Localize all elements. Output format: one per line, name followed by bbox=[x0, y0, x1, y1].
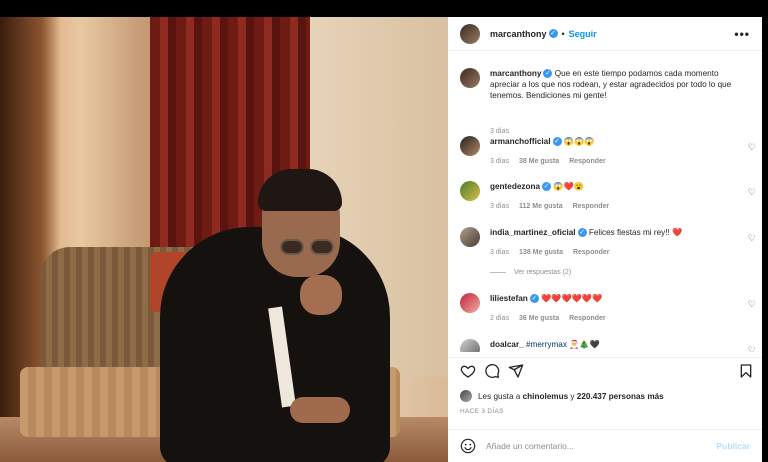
share-icon[interactable] bbox=[508, 363, 524, 379]
heart-icon[interactable]: ♡ bbox=[748, 233, 756, 244]
comment-body: gentedezona ✓ 😱❤️😮 bbox=[490, 181, 740, 192]
comment-likes[interactable]: 112 Me gusta bbox=[519, 203, 563, 210]
avatar[interactable] bbox=[460, 136, 480, 156]
replies-line bbox=[490, 271, 506, 273]
more-options-icon[interactable]: ••• bbox=[734, 27, 750, 41]
publish-button[interactable]: Publicar bbox=[716, 441, 750, 451]
comment-text: 😱❤️😮 bbox=[553, 182, 584, 191]
view-replies-label[interactable]: Ver respuestas (2) bbox=[514, 269, 571, 276]
heart-icon[interactable]: ♡ bbox=[748, 345, 756, 352]
comment-meta: 3 días 38 Me gusta Responder bbox=[490, 158, 614, 165]
follow-button[interactable]: Seguir bbox=[569, 29, 597, 39]
comment-username[interactable]: gentedezona bbox=[490, 182, 540, 191]
photo-sunglasses bbox=[280, 239, 340, 257]
verified-icon: ✓ bbox=[542, 182, 552, 192]
reply-button[interactable]: Responder bbox=[573, 203, 610, 210]
heart-icon[interactable] bbox=[460, 363, 476, 379]
comment-likes[interactable]: 36 Me gusta bbox=[519, 315, 559, 322]
heart-icon[interactable]: ♡ bbox=[748, 187, 756, 198]
likes-summary: Les gusta a chinolemus y 220.437 persona… bbox=[460, 390, 664, 402]
comment-meta: 2 días 36 Me gusta Responder bbox=[490, 315, 614, 322]
bookmark-icon[interactable] bbox=[738, 363, 754, 379]
verified-icon: ✓ bbox=[548, 29, 558, 38]
comment-text: Felices fiestas mi rey!! ❤️ bbox=[588, 228, 683, 237]
comment-body: doalcar_ #merrymax 🎅🎄🖤 bbox=[490, 339, 740, 350]
comment-username[interactable]: liliestefan bbox=[490, 294, 528, 303]
comment-time[interactable]: 2 días bbox=[490, 315, 509, 322]
post-header: marcanthony ✓ • Seguir ••• bbox=[448, 17, 762, 51]
verified-icon: ✓ bbox=[577, 228, 587, 238]
avatar[interactable] bbox=[460, 68, 480, 88]
header-username[interactable]: marcanthony bbox=[490, 29, 547, 39]
post-side-panel: marcanthony ✓ • Seguir ••• marcanthony ✓ … bbox=[448, 17, 762, 462]
avatar[interactable] bbox=[460, 227, 480, 247]
photo-man-hand bbox=[300, 275, 342, 315]
comment-time[interactable]: 3 días bbox=[490, 249, 509, 256]
verified-icon: ✓ bbox=[543, 69, 553, 79]
comment-username[interactable]: india_martinez_oficial bbox=[490, 228, 576, 237]
comment-input[interactable] bbox=[486, 441, 717, 451]
add-comment-bar: Publicar bbox=[448, 429, 762, 462]
likes-count[interactable]: 220.437 personas más bbox=[577, 392, 664, 401]
likes-connector: y bbox=[570, 391, 575, 401]
comment-username[interactable]: doalcar_ bbox=[490, 340, 524, 349]
verified-icon: ✓ bbox=[529, 294, 539, 304]
reply-button[interactable]: Responder bbox=[573, 249, 610, 256]
post-actions bbox=[448, 357, 762, 385]
likes-user[interactable]: chinolemus bbox=[523, 392, 569, 401]
avatar[interactable] bbox=[460, 339, 480, 352]
caption-meta: 3 días bbox=[490, 128, 517, 135]
emoji-icon[interactable] bbox=[460, 438, 476, 454]
post-photo[interactable] bbox=[0, 17, 448, 462]
heart-icon[interactable]: ♡ bbox=[748, 299, 756, 310]
posted-time[interactable]: HACE 3 DÍAS bbox=[460, 408, 504, 415]
photo-man-hands-lower bbox=[290, 397, 350, 423]
avatar[interactable] bbox=[460, 23, 480, 44]
comment-time[interactable]: 3 días bbox=[490, 203, 509, 210]
comment-meta: 3 días 138 Me gusta Responder bbox=[490, 249, 618, 256]
reply-button[interactable]: Responder bbox=[569, 315, 606, 322]
comment-body: armanchofficial ✓ 😱😱😱 bbox=[490, 136, 740, 147]
verified-icon: ✓ bbox=[552, 137, 562, 147]
right-black-bar bbox=[762, 17, 768, 462]
comment-likes[interactable]: 138 Me gusta bbox=[519, 249, 563, 256]
comment-body: india_martinez_oficial ✓ Felices fiestas … bbox=[490, 227, 740, 238]
avatar[interactable] bbox=[460, 390, 472, 402]
view-replies-button[interactable]: Ver respuestas (2) bbox=[490, 269, 571, 276]
caption-body: marcanthony ✓ Que en este tiempo podamos … bbox=[490, 68, 740, 101]
comment-meta: 3 días 112 Me gusta Responder bbox=[490, 203, 617, 210]
avatar[interactable] bbox=[460, 293, 480, 313]
comment-text: 😱😱😱 bbox=[563, 137, 595, 146]
comment-text: ❤️❤️❤️❤️❤️❤️ bbox=[541, 294, 603, 303]
comment-body: liliestefan ✓ ❤️❤️❤️❤️❤️❤️ bbox=[490, 293, 740, 304]
comment-time[interactable]: 3 días bbox=[490, 158, 509, 165]
header-separator: • bbox=[561, 28, 565, 39]
heart-icon[interactable]: ♡ bbox=[748, 142, 756, 153]
comment-icon[interactable] bbox=[484, 363, 500, 379]
comment-text: #merrymax 🎅🎄🖤 bbox=[525, 340, 600, 349]
comment-username[interactable]: armanchofficial bbox=[490, 137, 551, 146]
comment-likes[interactable]: 38 Me gusta bbox=[519, 158, 559, 165]
likes-prefix: Les gusta a bbox=[478, 391, 521, 401]
reply-button[interactable]: Responder bbox=[569, 158, 606, 165]
avatar[interactable] bbox=[460, 181, 480, 201]
caption-username[interactable]: marcanthony bbox=[490, 69, 541, 78]
comments-list[interactable]: marcanthony ✓ Que en este tiempo podamos … bbox=[448, 52, 762, 352]
top-black-bar bbox=[0, 0, 768, 17]
caption-time[interactable]: 3 días bbox=[490, 128, 509, 135]
